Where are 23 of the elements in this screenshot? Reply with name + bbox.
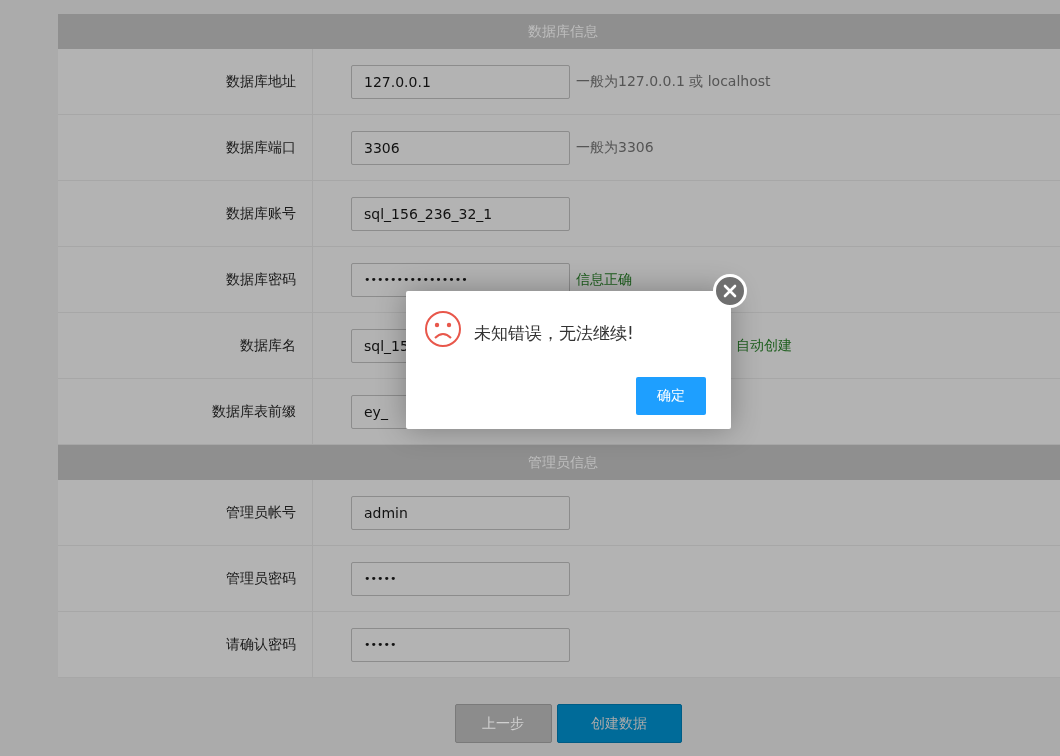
field-label: 数据库账号 — [226, 204, 297, 223]
input-field[interactable]: ••••• — [351, 627, 570, 662]
input-field[interactable]: •••••••••••••••• — [351, 262, 570, 297]
input-field[interactable]: ••••• — [351, 561, 570, 596]
input-field[interactable]: 3306 — [351, 130, 570, 165]
input-field[interactable]: sql_156_236_32_1 — [351, 196, 570, 231]
field-label: 数据库表前缀 — [212, 402, 297, 421]
field-label: 数据库端口 — [226, 138, 297, 157]
field-label: 数据库名 — [240, 336, 297, 355]
input-field[interactable]: admin — [351, 495, 570, 530]
error-message: 未知错误，无法继续! — [474, 322, 634, 345]
field-label: 管理员帐号 — [226, 503, 297, 522]
input-field[interactable]: 127.0.0.1 — [351, 64, 570, 99]
field-hint: 自动创建 — [736, 336, 792, 355]
field-label: 请确认密码 — [226, 635, 297, 654]
close-icon — [723, 284, 737, 298]
field-hint: 一般为3306 — [576, 138, 654, 157]
field-label: 数据库地址 — [226, 72, 297, 91]
field-label: 管理员密码 — [226, 569, 297, 588]
field-label: 数据库密码 — [226, 270, 297, 289]
field-hint: 一般为127.0.0.1 或 localhost — [576, 72, 771, 91]
field-hint: 信息正确 — [576, 270, 632, 289]
sad-face-icon — [424, 310, 462, 348]
